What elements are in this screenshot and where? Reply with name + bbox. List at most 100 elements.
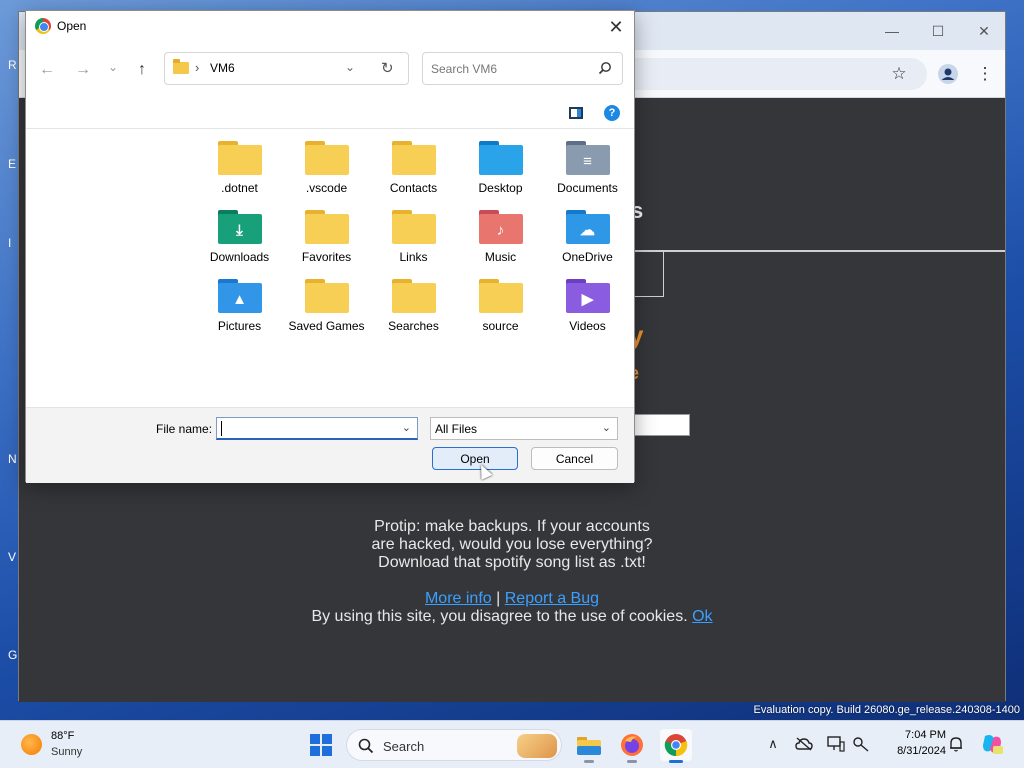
file-name-dropdown-chevron-icon[interactable]: ⌄ xyxy=(402,421,411,434)
clock-time[interactable]: 7:04 PM xyxy=(880,729,946,741)
folder-label: Downloads xyxy=(209,250,270,264)
browser-menu-icon[interactable]: ⋮ xyxy=(973,62,997,86)
more-info-link[interactable]: More info xyxy=(425,590,492,607)
recent-locations-chevron-icon[interactable]: ⌄ xyxy=(103,57,123,77)
dialog-navigation-bar: ← → ⌄ ↑ › VM6 ⌄ ↻ Search VM6 xyxy=(26,43,634,99)
folder-label: Music xyxy=(484,250,517,264)
folder-item[interactable]: ▲ Pictures xyxy=(196,275,283,342)
help-icon[interactable]: ? xyxy=(604,105,620,121)
folder-item[interactable]: Saved Games xyxy=(283,275,370,357)
folder-icon: ▶ xyxy=(565,279,610,315)
back-arrow-icon[interactable]: ← xyxy=(37,60,57,80)
folder-item[interactable]: ≡ Documents xyxy=(544,137,631,204)
folder-item[interactable]: ▶ Videos xyxy=(544,275,631,342)
page-textarea[interactable] xyxy=(634,414,690,436)
notification-bell-icon[interactable] xyxy=(947,735,965,753)
file-type-chevron-icon[interactable]: ⌄ xyxy=(602,421,611,434)
maximize-button[interactable]: ☐ xyxy=(915,12,961,50)
firefox-icon[interactable] xyxy=(616,729,648,763)
search-icon xyxy=(598,62,611,75)
folder-icon xyxy=(217,141,262,177)
text-caret xyxy=(221,421,222,436)
desktop-icon-label[interactable]: N xyxy=(8,452,17,466)
folder-item[interactable]: Desktop xyxy=(457,137,544,204)
folder-item[interactable]: ⤓ Downloads xyxy=(196,206,283,273)
folder-label: .dotnet xyxy=(221,181,258,195)
folder-item[interactable]: Links xyxy=(370,206,457,273)
file-name-input[interactable]: ⌄ xyxy=(216,417,418,440)
folder-icon xyxy=(478,279,523,315)
folder-item[interactable]: Contacts xyxy=(370,137,457,204)
search-highlight-image xyxy=(517,734,557,758)
folder-label: Saved Games xyxy=(288,319,365,333)
dialog-close-button[interactable]: ✕ xyxy=(602,13,630,41)
onedrive-offline-icon[interactable] xyxy=(795,735,813,753)
desktop-icon-label[interactable]: I xyxy=(8,236,11,250)
file-explorer-icon[interactable] xyxy=(573,729,605,763)
weather-sun-icon[interactable] xyxy=(21,734,42,755)
preview-pane-icon[interactable] xyxy=(569,107,583,119)
minimize-button[interactable]: — xyxy=(869,12,915,50)
clock-date[interactable]: 8/31/2024 xyxy=(880,745,946,757)
desktop-icon-label[interactable]: V xyxy=(8,550,16,564)
report-bug-link[interactable]: Report a Bug xyxy=(505,590,599,607)
forward-arrow-icon[interactable]: → xyxy=(73,60,93,80)
search-icon xyxy=(358,738,374,754)
folder-item[interactable]: ♪ Music xyxy=(457,206,544,273)
folder-item[interactable]: Favorites xyxy=(283,206,370,273)
folder-item[interactable]: Searches xyxy=(370,275,457,342)
folder-label: Links xyxy=(399,250,428,264)
dialog-command-bar: ? xyxy=(26,99,634,129)
show-hidden-icons-chevron-icon[interactable]: ∧ xyxy=(764,735,782,753)
desktop-icon-label[interactable]: G xyxy=(8,648,17,662)
address-bar[interactable] xyxy=(629,58,927,90)
display-icon[interactable] xyxy=(827,735,845,753)
folder-label: source xyxy=(482,319,519,333)
file-list-view: .dotnet .vscode Contacts Desktop ≡ Documents ⤓… xyxy=(26,129,634,407)
profile-icon[interactable] xyxy=(936,62,960,86)
refresh-icon[interactable]: ↻ xyxy=(381,59,394,77)
copilot-icon[interactable] xyxy=(980,732,1004,756)
folder-icon: ♪ xyxy=(478,210,523,246)
dialog-titlebar: Open ✕ xyxy=(26,11,634,43)
folder-item[interactable]: source xyxy=(457,275,544,342)
chrome-icon xyxy=(35,18,51,34)
folder-label: Pictures xyxy=(217,319,262,333)
folder-label: Favorites xyxy=(301,250,352,264)
file-type-select[interactable]: All Files ⌄ xyxy=(430,417,618,440)
evaluation-watermark: Evaluation copy. Build 26080.ge_release.… xyxy=(753,704,1020,716)
address-breadcrumb[interactable]: › VM6 ⌄ ↻ xyxy=(164,52,409,85)
bookmark-star-icon[interactable]: ☆ xyxy=(887,62,911,86)
search-input[interactable]: Search VM6 xyxy=(431,62,497,76)
desktop-icon-label[interactable]: R xyxy=(8,58,17,72)
cookie-text: By using this site, you disagree to the … xyxy=(311,608,688,625)
breadcrumb-chevron-icon[interactable]: › xyxy=(195,60,199,75)
network-icon[interactable] xyxy=(852,735,870,753)
up-arrow-icon[interactable]: ↑ xyxy=(132,60,152,80)
cancel-button[interactable]: Cancel xyxy=(531,447,618,470)
protip-text: Protip: make backups. If your accounts a… xyxy=(19,518,1005,572)
weather-temperature[interactable]: 88°F xyxy=(51,730,74,742)
weather-condition[interactable]: Sunny xyxy=(51,746,82,758)
cookie-ok-link[interactable]: Ok xyxy=(692,608,712,625)
folder-item[interactable]: .vscode xyxy=(283,137,370,204)
desktop-icon-label[interactable]: E xyxy=(8,157,16,171)
folder-icon xyxy=(478,141,523,177)
breadcrumb-location[interactable]: VM6 xyxy=(210,61,235,75)
close-window-button[interactable]: ✕ xyxy=(961,12,1007,50)
folder-item[interactable]: .dotnet xyxy=(196,137,283,204)
address-history-chevron-icon[interactable]: ⌄ xyxy=(345,60,355,74)
folder-icon: ≡ xyxy=(565,141,610,177)
protip-line: are hacked, would you lose everything? xyxy=(371,536,653,553)
start-windows-icon[interactable] xyxy=(310,734,332,756)
taskbar-search[interactable]: Search xyxy=(346,729,562,761)
folder-icon: ⤓ xyxy=(217,210,262,246)
chrome-icon[interactable] xyxy=(660,729,692,763)
file-name-label: File name: xyxy=(156,422,213,436)
folder-grid: .dotnet .vscode Contacts Desktop ≡ Documents ⤓… xyxy=(196,137,630,357)
folder-label: Videos xyxy=(569,319,606,333)
folder-item[interactable]: ☁ OneDrive xyxy=(544,206,631,273)
search-box[interactable]: Search VM6 xyxy=(422,52,623,85)
link-separator: | xyxy=(496,590,501,607)
dialog-footer: File name: ⌄ All Files ⌄ Open Cancel xyxy=(26,407,634,483)
